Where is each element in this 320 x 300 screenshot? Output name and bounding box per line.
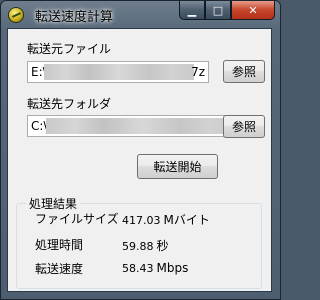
redacted-path bbox=[44, 64, 194, 80]
start-transfer-label: 転送開始 bbox=[153, 160, 202, 174]
redacted-path bbox=[46, 118, 238, 134]
source-label: 転送元ファイル bbox=[27, 42, 112, 56]
elapsed-time-value: 59.88 秒 bbox=[122, 237, 169, 254]
elapsed-time-unit: 秒 bbox=[156, 239, 169, 253]
minimize-button[interactable]: ▁ bbox=[179, 1, 205, 20]
file-size-number: 417.03 bbox=[122, 214, 161, 227]
file-size-unit: Mバイト bbox=[163, 213, 210, 227]
transfer-speed-value: 58.43 Mbps bbox=[122, 261, 188, 275]
source-path-suffix: 7z bbox=[191, 65, 205, 79]
close-button[interactable]: ✕ bbox=[231, 1, 275, 20]
destination-label: 転送先フォルダ bbox=[27, 97, 112, 111]
transfer-speed-label: 転送速度 bbox=[35, 262, 84, 276]
transfer-speed-number: 58.43 bbox=[122, 262, 154, 275]
destination-browse-button[interactable]: 参照 bbox=[223, 115, 265, 138]
source-browse-button[interactable]: 参照 bbox=[223, 60, 265, 83]
file-size-value: 417.03 Mバイト bbox=[122, 211, 210, 228]
destination-path-field[interactable]: C:\ bbox=[27, 115, 241, 137]
minimize-icon: ▁ bbox=[187, 3, 197, 17]
window-title: 転送速度計算 bbox=[35, 10, 114, 25]
title-bar[interactable]: 転送速度計算 ▁ □ ✕ bbox=[1, 1, 280, 29]
elapsed-time-label: 処理時間 bbox=[35, 238, 84, 252]
start-transfer-button[interactable]: 転送開始 bbox=[137, 154, 218, 179]
file-size-label: ファイルサイズ bbox=[35, 212, 119, 226]
speed-meter-icon bbox=[9, 8, 23, 22]
destination-path-prefix: C:\ bbox=[31, 119, 48, 133]
source-path-field[interactable]: E:\ 7z bbox=[27, 61, 209, 83]
maximize-icon: □ bbox=[212, 3, 224, 17]
destination-browse-label: 参照 bbox=[231, 120, 256, 134]
close-icon: ✕ bbox=[248, 3, 258, 17]
caption-buttons: ▁ □ ✕ bbox=[179, 1, 275, 20]
source-browse-label: 参照 bbox=[231, 65, 256, 79]
maximize-button[interactable]: □ bbox=[205, 1, 231, 20]
transfer-speed-unit: Mbps bbox=[156, 261, 189, 275]
elapsed-time-number: 59.88 bbox=[122, 240, 154, 253]
